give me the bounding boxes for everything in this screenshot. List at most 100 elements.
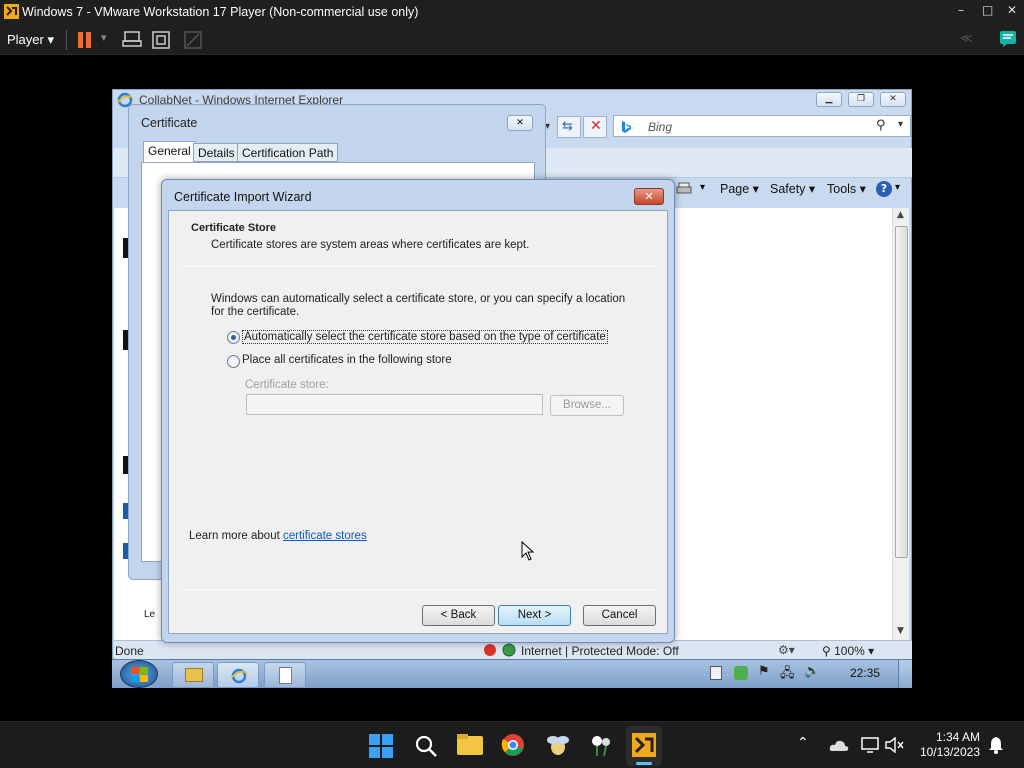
header-separator [181,266,657,267]
error-icon [484,644,496,656]
ie-minimize-button[interactable]: ▁ [816,92,842,107]
host-date: 10/13/2023 [919,745,980,759]
windows-logo-icon [131,667,148,682]
search-options-icon[interactable]: ▾ [898,119,903,130]
minimize-button[interactable]: – [958,3,964,17]
next-button[interactable]: Next > [498,605,571,626]
guest-taskbar: ⚑ 🖧 🔈 22:35 [112,659,912,688]
stop-icon: ✕ [590,118,602,134]
vmware-title-bar: Windows 7 - VMware Workstation 17 Player… [0,0,1024,24]
notification-bell-icon[interactable] [988,736,1004,754]
vmware-logo-icon [4,4,19,19]
taskbar-document[interactable] [264,662,306,688]
taskbar-vmware-active[interactable] [626,726,662,766]
tab-general[interactable]: General [143,141,196,163]
radio-auto-select[interactable] [227,331,240,344]
back-button[interactable]: < Back [422,605,495,626]
taskbar-explorer[interactable] [172,662,214,688]
wizard-heading: Certificate Store [191,222,276,234]
pause-dropdown-icon[interactable]: ▾ [101,31,107,44]
toolbar-divider [66,30,67,50]
globe-icon [502,643,516,657]
zoom-control[interactable]: ⚲ 100% ▾ [822,644,874,658]
print-dropdown-icon[interactable]: ▾ [700,182,705,193]
host-clock[interactable]: 1:34 AM 10/13/2023 [920,730,980,760]
scroll-down-icon[interactable]: ▼ [897,626,904,636]
search-input[interactable]: Bing ⚲ ▾ [613,115,911,137]
cert-body-text-fragment: Le [144,609,156,620]
learn-more-text: Learn more about certificate stores [189,530,367,542]
certificate-close-button[interactable]: ✕ [507,115,533,131]
store-label: Certificate store: [245,379,329,391]
show-hidden-icons-icon[interactable]: ⌃ [797,735,809,751]
tray-document-icon[interactable] [710,666,722,680]
help-icon[interactable]: ? [876,181,892,197]
message-log-icon[interactable] [999,30,1017,48]
file-explorer-icon[interactable] [457,734,483,756]
browse-button[interactable]: Browse... [550,395,624,416]
tab-certification-path[interactable]: Certification Path [237,143,339,162]
search-icon[interactable] [414,734,438,758]
ie-close-button[interactable]: ✕ [880,92,906,107]
scroll-up-icon[interactable]: ▲ [897,210,904,220]
footer-separator [181,589,657,590]
taskbar-ie[interactable] [217,662,259,688]
zoom-value: 100% [834,644,865,658]
certificate-store-field[interactable] [246,394,543,415]
collapse-toolbar-icon[interactable]: ≪ [960,31,973,45]
window-title: Windows 7 - VMware Workstation 17 Player… [22,5,419,19]
option-auto-label[interactable]: Automatically select the certificate sto… [242,330,608,344]
app-icon-flowers[interactable] [588,732,614,758]
player-menu-button[interactable]: Player ▾ [7,32,54,48]
show-desktop-button[interactable] [898,660,912,688]
scroll-thumb[interactable] [895,226,908,558]
protected-mode-icon[interactable]: ⚙▾ [778,643,795,657]
tools-menu[interactable]: Tools ▾ [827,181,866,196]
wizard-description: Windows can automatically select a certi… [211,293,626,318]
option-manual-label[interactable]: Place all certificates in the following … [242,354,452,366]
tab-details[interactable]: Details [193,143,240,162]
tray-security-icon[interactable] [734,666,748,680]
vmware-toolbar: Player ▾ ▾ ≪ [0,24,1024,55]
maximize-button[interactable]: □ [982,3,993,17]
active-indicator [636,762,652,765]
network-icon[interactable]: 🖧 [780,664,795,686]
host-taskbar: ⌃ 1:34 AM 10/13/2023 [0,721,1024,768]
display-icon[interactable] [861,737,879,753]
close-button[interactable]: ✕ [1007,3,1017,17]
safety-menu[interactable]: Safety ▾ [770,181,815,196]
send-ctrl-alt-del-icon[interactable] [122,30,142,50]
app-icon-bee[interactable] [545,732,571,758]
print-icon[interactable] [676,182,692,196]
status-text: Done [115,644,144,658]
mouse-cursor-icon [521,541,535,561]
ie-vertical-scrollbar[interactable]: ▲ ▼ [892,208,909,640]
refresh-icon: ⇆ [562,119,573,134]
guest-screen: CollabNet - Windows Internet Explorer ▁ … [112,89,912,688]
wizard-close-button[interactable]: ✕ [634,188,664,205]
help-dropdown-icon[interactable]: ▾ [895,182,900,193]
search-icon[interactable]: ⚲ [876,118,886,133]
start-button[interactable] [120,660,158,688]
guest-clock[interactable]: 22:35 [850,666,880,680]
certificate-dialog-title: Certificate [141,116,198,130]
volume-icon[interactable]: 🔈 [804,664,820,679]
wizard-client-area: Certificate Store Certificate stores are… [168,210,668,634]
radio-place-in-store[interactable] [227,355,240,368]
certificate-stores-link[interactable]: certificate stores [283,530,367,542]
unity-icon[interactable] [183,30,203,50]
pause-icon[interactable] [78,32,92,48]
full-screen-icon[interactable] [151,30,171,50]
folder-icon [185,668,203,682]
chrome-icon[interactable] [501,733,525,757]
stop-button[interactable]: ✕ [583,116,607,138]
refresh-button[interactable]: ⇆ [557,116,581,138]
page-menu[interactable]: Page ▾ [720,181,759,196]
action-center-icon[interactable]: ⚑ [758,664,770,679]
ie-restore-button[interactable]: ❐ [848,92,874,107]
cancel-button[interactable]: Cancel [583,605,656,626]
onedrive-icon[interactable] [829,737,849,753]
search-area: Bing ⚲ ▾ [613,115,912,143]
windows-start-icon[interactable] [369,734,393,758]
volume-muted-icon[interactable] [884,737,904,753]
